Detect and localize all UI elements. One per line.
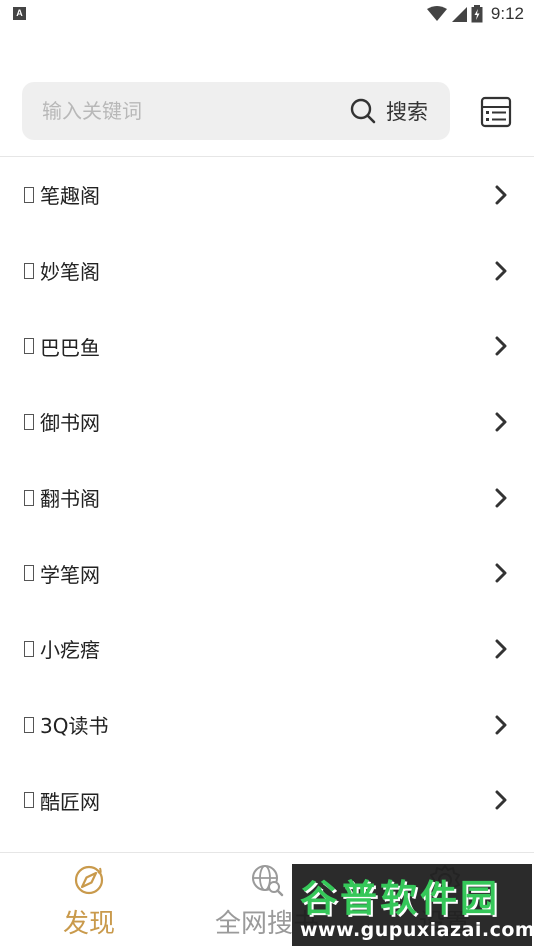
search-button-label: 搜索 [386, 100, 428, 124]
missing-glyph-icon [24, 186, 34, 203]
list-item[interactable]: 小疙瘩 [0, 611, 534, 687]
tab-label: 发现 [62, 909, 115, 939]
compass-icon [74, 865, 104, 895]
list-item[interactable]: 妙笔阁 [0, 233, 534, 309]
status-bar: A 9:12 [0, 0, 534, 28]
chevron-right-icon [495, 639, 507, 659]
search-input[interactable] [42, 95, 322, 127]
chevron-right-icon [495, 336, 507, 356]
missing-glyph-icon [24, 262, 34, 279]
list-item[interactable]: 翻书阁 [0, 460, 534, 536]
signal-icon [451, 7, 467, 22]
status-time: 9:12 [490, 4, 524, 23]
list-item-label: 巴巴鱼 [40, 335, 100, 360]
missing-glyph-icon [24, 565, 34, 582]
watermark-logo: 谷普软件园 www.gupuxiazai.com [292, 864, 534, 946]
chevron-right-icon [495, 412, 507, 432]
list-item-label: 妙笔阁 [40, 260, 100, 285]
missing-glyph-icon [24, 413, 34, 430]
source-list: 笔趣阁 妙笔阁 巴巴鱼 御书网 翻书阁 学笔网 小疙瘩 3Q读书 酷匠网 [0, 157, 534, 838]
list-item-label: 酷匠网 [40, 789, 100, 814]
missing-glyph-icon [24, 489, 34, 506]
list-item-label: 御书网 [40, 411, 100, 436]
list-item[interactable]: 酷匠网 [0, 763, 534, 839]
wifi-icon [426, 6, 447, 21]
list-item[interactable]: 御书网 [0, 384, 534, 460]
missing-glyph-icon [24, 792, 34, 809]
list-item-label: 翻书阁 [40, 487, 100, 512]
search-button[interactable]: 搜索 [350, 96, 428, 126]
chevron-right-icon [495, 261, 507, 281]
list-item[interactable]: 学笔网 [0, 535, 534, 611]
chevron-right-icon [495, 790, 507, 810]
list-item-label: 小疙瘩 [40, 638, 100, 663]
missing-glyph-icon [24, 338, 34, 355]
chevron-right-icon [495, 185, 507, 205]
list-item[interactable]: 笔趣阁 [0, 157, 534, 233]
watermark-url: www.gupuxiazai.com [300, 919, 534, 941]
watermark-title: 谷普软件园 [300, 877, 500, 920]
list-item-label: 学笔网 [40, 562, 100, 587]
search-row: 搜索 [0, 82, 534, 142]
app-notification-icon: A [13, 7, 26, 20]
search-icon [350, 98, 376, 124]
status-indicators: 9:12 [426, 3, 524, 25]
list-item[interactable]: 巴巴鱼 [0, 308, 534, 384]
globe-search-icon [252, 865, 284, 897]
list-icon[interactable] [480, 96, 512, 128]
chevron-right-icon [495, 563, 507, 583]
battery-icon [471, 5, 483, 23]
list-item[interactable]: 3Q读书 [0, 687, 534, 763]
list-item-label: 3Q读书 [40, 714, 109, 739]
tab-discover[interactable]: 发现 [0, 853, 178, 950]
list-item-label: 笔趣阁 [40, 184, 100, 209]
chevron-right-icon [495, 488, 507, 508]
missing-glyph-icon [24, 640, 34, 657]
search-box: 搜索 [22, 82, 450, 140]
missing-glyph-icon [24, 716, 34, 733]
chevron-right-icon [495, 715, 507, 735]
